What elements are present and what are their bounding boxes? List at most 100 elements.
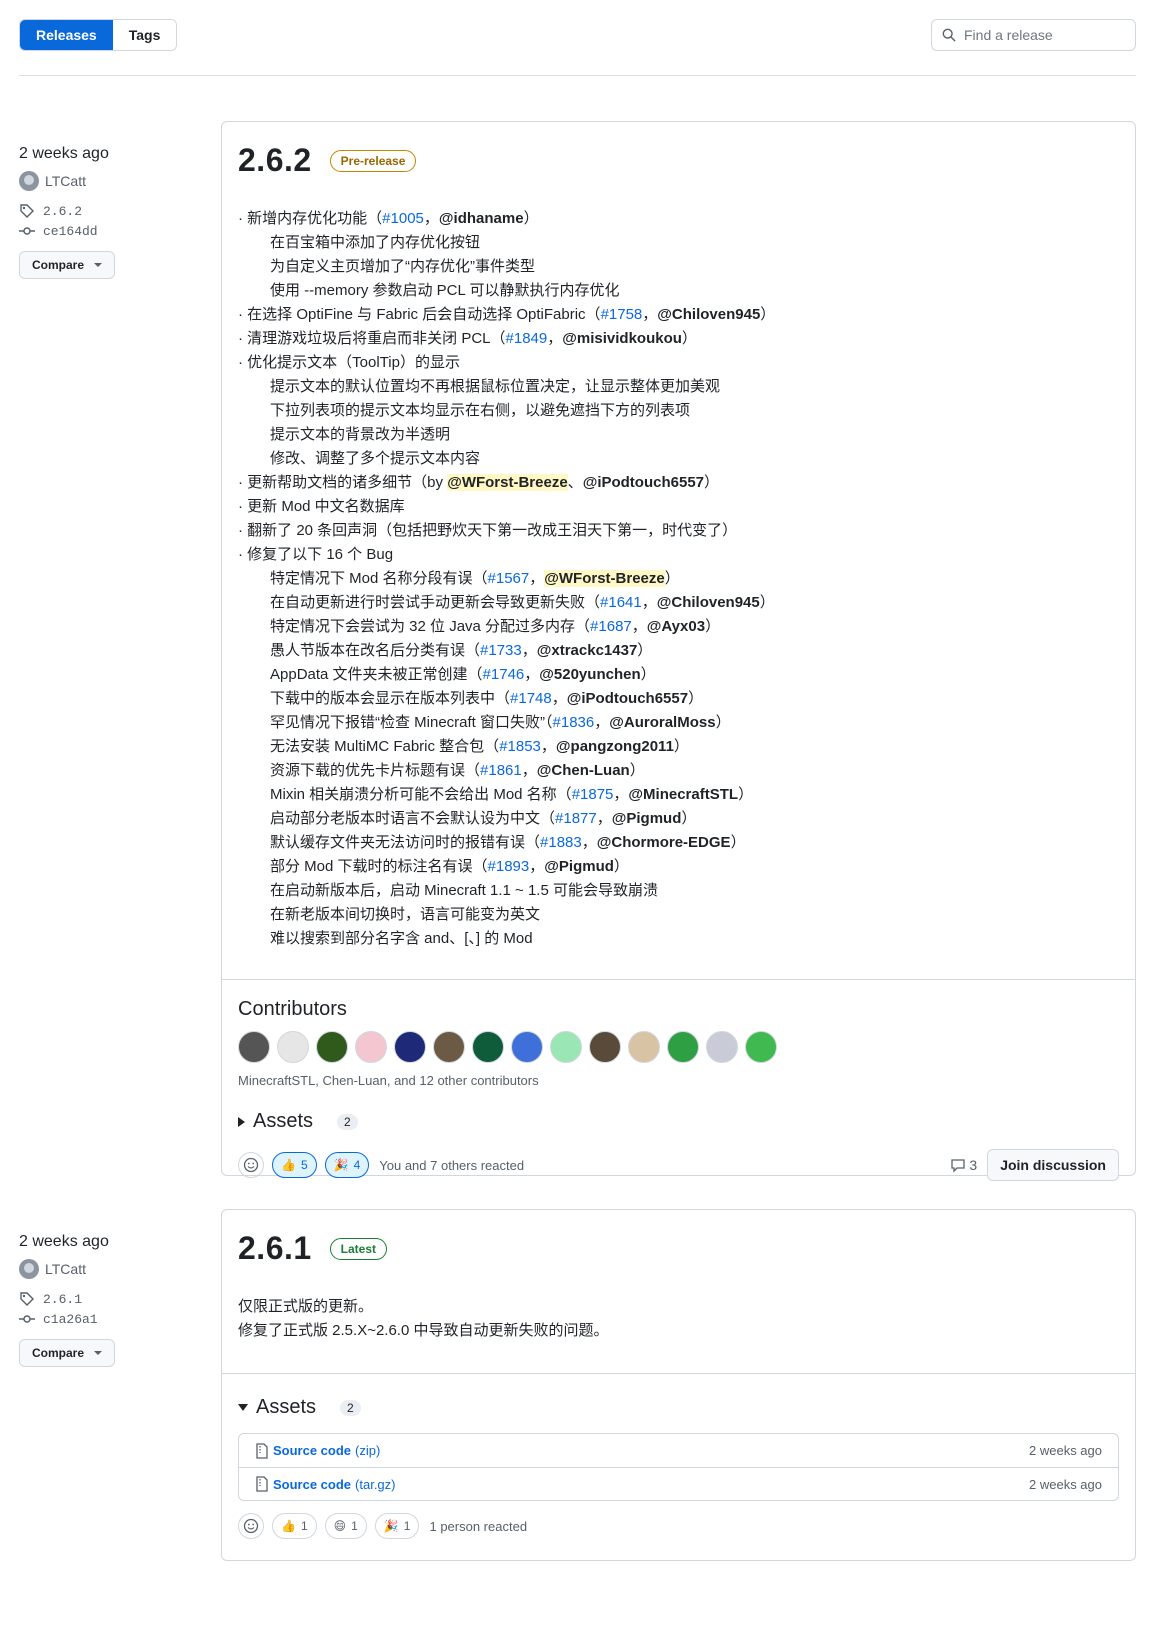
issue-link[interactable]: #1853 bbox=[499, 738, 541, 755]
contributor-avatar[interactable] bbox=[589, 1031, 621, 1063]
user-mention[interactable]: @Pigmud bbox=[544, 858, 614, 875]
compare-button[interactable]: Compare bbox=[19, 251, 116, 279]
tag-icon bbox=[20, 1292, 34, 1306]
contributor-avatar[interactable] bbox=[316, 1031, 348, 1063]
add-reaction-button[interactable] bbox=[238, 1513, 264, 1539]
contributor-avatar[interactable] bbox=[355, 1031, 387, 1063]
contributor-avatar[interactable] bbox=[277, 1031, 309, 1063]
asset-ext: (zip) bbox=[355, 1443, 381, 1458]
contributor-avatar[interactable] bbox=[394, 1031, 426, 1063]
user-mention[interactable]: @Chen-Luan bbox=[537, 762, 630, 779]
user-mention[interactable]: @misividkoukou bbox=[562, 330, 682, 347]
reaction-hooray[interactable]: 🎉 1 bbox=[374, 1513, 420, 1539]
pre-release-badge: Pre-release bbox=[329, 149, 417, 172]
tag-name[interactable]: 2.6.1 bbox=[43, 1292, 82, 1307]
find-release-search[interactable]: Find a release bbox=[931, 19, 1136, 51]
user-mention-highlighted[interactable]: @WForst-Breeze bbox=[544, 570, 665, 587]
add-reaction-button[interactable] bbox=[238, 1152, 264, 1178]
reaction-thumbs-up[interactable]: 👍 1 bbox=[272, 1513, 317, 1539]
contributor-avatar[interactable] bbox=[238, 1031, 270, 1063]
contributor-avatar[interactable] bbox=[706, 1031, 738, 1063]
issue-link[interactable]: #1567 bbox=[488, 570, 530, 587]
user-mention[interactable]: @MinecraftSTL bbox=[628, 786, 738, 803]
note-text: ） bbox=[759, 594, 775, 611]
note-text: ） bbox=[637, 642, 653, 659]
issue-link[interactable]: #1893 bbox=[488, 858, 530, 875]
note-text: 提示文本的背景改为半透明 bbox=[270, 426, 451, 443]
commit-hash[interactable]: ce164dd bbox=[43, 224, 98, 239]
user-mention[interactable]: @Chiloven945 bbox=[657, 594, 760, 611]
note-line: 下拉列表项的提示文本均显示在右侧，以避免遮挡下方的列表项 bbox=[238, 399, 1119, 423]
issue-link[interactable]: #1733 bbox=[480, 642, 522, 659]
asset-link[interactable]: Source code (zip) bbox=[255, 1442, 381, 1459]
note-text: ， bbox=[596, 810, 612, 827]
issue-link[interactable]: #1861 bbox=[480, 762, 522, 779]
tag-name[interactable]: 2.6.2 bbox=[43, 204, 82, 219]
commit-row[interactable]: ce164dd bbox=[19, 223, 199, 239]
note-text: 提示文本的默认位置均不再根据鼠标位置决定，让显示整体更加美观 bbox=[270, 378, 721, 395]
author-name[interactable]: LTCatt bbox=[45, 1261, 86, 1277]
tag-row[interactable]: 2.6.1 bbox=[19, 1291, 199, 1307]
asset-link[interactable]: Source code (tar.gz) bbox=[255, 1476, 396, 1492]
issue-link[interactable]: #1005 bbox=[382, 210, 424, 227]
issue-link[interactable]: #1748 bbox=[510, 690, 552, 707]
issue-link[interactable]: #1758 bbox=[601, 306, 643, 323]
issue-link[interactable]: #1687 bbox=[590, 618, 632, 635]
issue-link[interactable]: #1836 bbox=[553, 714, 595, 731]
user-mention[interactable]: @520yunchen bbox=[539, 666, 640, 683]
release-sidebar: 2 weeks ago LTCatt 2.6.1 c1a26a1 Compare bbox=[19, 1233, 199, 1367]
release-version[interactable]: 2.6.1 bbox=[238, 1230, 312, 1267]
user-mention[interactable]: @iPodtouch6557 bbox=[583, 474, 704, 491]
assets-toggle[interactable]: Assets 2 bbox=[238, 1396, 1119, 1419]
tab-tags[interactable]: Tags bbox=[112, 20, 177, 50]
author-name[interactable]: LTCatt bbox=[45, 173, 86, 189]
contributor-avatar[interactable] bbox=[433, 1031, 465, 1063]
user-mention[interactable]: @AuroralMoss bbox=[609, 714, 715, 731]
user-mention[interactable]: @Chiloven945 bbox=[657, 306, 760, 323]
contributor-avatar[interactable] bbox=[511, 1031, 543, 1063]
user-mention[interactable]: @Ayx03 bbox=[647, 618, 705, 635]
reaction-count: 4 bbox=[353, 1158, 361, 1172]
asset-time: 2 weeks ago bbox=[1029, 1476, 1102, 1492]
reaction-laugh[interactable]: 😄 1 bbox=[324, 1513, 367, 1539]
issue-link[interactable]: #1883 bbox=[540, 834, 582, 851]
release-time: 2 weeks ago bbox=[19, 1233, 109, 1250]
user-mention[interactable]: @Pigmud bbox=[612, 810, 682, 827]
reaction-hooray[interactable]: 🎉 4 bbox=[324, 1152, 370, 1178]
commit-row[interactable]: c1a26a1 bbox=[19, 1311, 199, 1327]
join-discussion-button[interactable]: Join discussion bbox=[987, 1149, 1119, 1181]
assets-toggle[interactable]: Assets 2 bbox=[238, 1110, 1119, 1133]
user-mention[interactable]: @pangzong2011 bbox=[556, 738, 674, 755]
note-text: · 新增内存优化功能（ bbox=[238, 210, 383, 227]
note-text: · 优化提示文本（ToolTip）的显示 bbox=[238, 354, 460, 371]
user-mention[interactable]: @idhaname bbox=[439, 210, 524, 227]
note-text: ） bbox=[523, 210, 539, 227]
issue-link[interactable]: #1641 bbox=[600, 594, 642, 611]
note-text: · 翻新了 20 条回声洞（包括把野炊天下第一改成王泪天下第一，时代变了） bbox=[238, 522, 738, 539]
user-mention-highlighted[interactable]: @WForst-Breeze bbox=[447, 474, 568, 491]
release-version[interactable]: 2.6.2 bbox=[238, 142, 312, 179]
author[interactable]: LTCatt bbox=[19, 1259, 199, 1279]
tab-releases[interactable]: Releases bbox=[20, 20, 113, 50]
contributor-avatar[interactable] bbox=[472, 1031, 504, 1063]
comment-count[interactable]: 3 bbox=[950, 1157, 977, 1173]
issue-link[interactable]: #1746 bbox=[483, 666, 525, 683]
contributor-avatar[interactable] bbox=[745, 1031, 777, 1063]
user-mention[interactable]: @Chormore-EDGE bbox=[597, 834, 731, 851]
author[interactable]: LTCatt bbox=[19, 171, 199, 191]
issue-link[interactable]: #1877 bbox=[555, 810, 597, 827]
reaction-thumbs-up[interactable]: 👍 5 bbox=[272, 1152, 317, 1178]
issue-link[interactable]: #1849 bbox=[506, 330, 548, 347]
commit-hash[interactable]: c1a26a1 bbox=[43, 1312, 98, 1327]
contributor-avatar[interactable] bbox=[550, 1031, 582, 1063]
release-time: 2 weeks ago bbox=[19, 145, 109, 162]
user-mention[interactable]: @iPodtouch6557 bbox=[567, 690, 688, 707]
issue-link[interactable]: #1875 bbox=[572, 786, 614, 803]
compare-button[interactable]: Compare bbox=[19, 1339, 116, 1367]
contributor-avatar[interactable] bbox=[667, 1031, 699, 1063]
tag-row[interactable]: 2.6.2 bbox=[19, 203, 199, 219]
user-mention[interactable]: @xtrackc1437 bbox=[537, 642, 638, 659]
asset-name: Source code bbox=[273, 1476, 352, 1492]
contributor-avatar[interactable] bbox=[628, 1031, 660, 1063]
note-line: 提示文本的默认位置均不再根据鼠标位置决定，让显示整体更加美观 bbox=[238, 375, 1119, 399]
